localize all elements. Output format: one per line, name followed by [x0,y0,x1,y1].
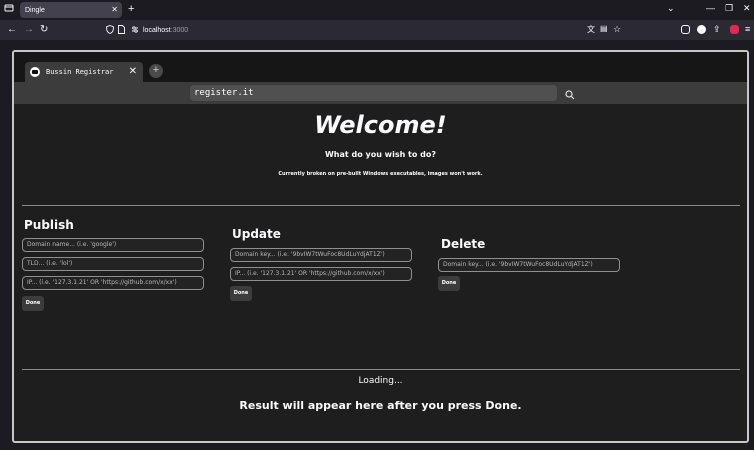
loading-text: Loading... [358,376,403,386]
star-icon[interactable]: ☆ [613,24,621,35]
update-done-button[interactable]: Done [230,286,252,301]
browser-url-bar[interactable]: localhost:3000 [102,22,630,38]
chevron-down-icon[interactable]: ⌄ [667,3,675,14]
publish-ip-input[interactable]: IP... (i.e. '127.3.1.21' OR 'https://git… [22,276,204,290]
plus-icon[interactable]: + [128,3,134,15]
publish-heading: Publish [24,218,74,232]
app-tab-title: Bussin Registrar [46,68,114,76]
registrar-page: Welcome! What do you wish to do? Current… [14,104,747,441]
address-input[interactable]: register.it [190,85,557,101]
page-viewport: Bussin Registrar ✕ + register.it Welcome… [0,40,754,450]
reload-icon[interactable]: ↻ [40,24,48,35]
delete-done-button[interactable]: Done [438,276,460,291]
domain-name-input[interactable]: Domain name... (i.e. 'google') [22,238,204,252]
shield-icon[interactable] [106,25,114,36]
tld-input[interactable]: TLD... (i.e. 'lol') [22,257,204,271]
app-address-bar: register.it [14,82,747,104]
extensions-icon[interactable]: ⇪ [713,24,721,35]
app-tab-strip: Bussin Registrar ✕ + [14,52,747,82]
result-text: Result will appear here after you press … [239,399,522,412]
app-window: Bussin Registrar ✕ + register.it Welcome… [12,50,749,443]
app-logo-icon [30,67,40,77]
restore-icon[interactable]: ❐ [725,3,733,14]
delete-heading: Delete [441,237,486,251]
close-icon[interactable]: ✕ [129,66,137,77]
app-tab[interactable]: Bussin Registrar ✕ [25,62,143,82]
browser-toolbar: ← → ↻ localhost:3000 文 ▤ ☆ ⇪ ≡ [0,20,754,40]
forward-icon[interactable]: → [24,24,34,35]
account-icon[interactable] [697,25,706,34]
browser-tab-title: Dingle [25,6,45,14]
update-heading: Update [232,227,281,241]
reader-icon[interactable]: ▤ [600,24,608,33]
url-text: localhost:3000 [143,27,188,34]
url-host: localhost [143,26,171,34]
update-ip-input[interactable]: IP... (i.e. '127.3.1.21' OR 'https://git… [230,267,412,281]
menu-icon[interactable]: ≡ [745,24,750,34]
divider [22,205,740,206]
close-window-icon[interactable]: ✕ [743,3,751,14]
update-key-input[interactable]: Domain key... (i.e. '9bvIW7tWuFoc8UdLuYd… [230,248,412,262]
browser-tab-strip: Dingle ✕ + ⌄ — ❐ ✕ [0,0,754,20]
addon-icon[interactable] [730,25,739,34]
warning-note: Currently broken on pre-built Windows ex… [278,171,483,177]
publish-done-button[interactable]: Done [22,296,44,311]
pocket-icon[interactable] [681,25,690,34]
close-icon[interactable]: ✕ [111,5,118,14]
minimize-icon[interactable]: — [706,3,715,13]
firefox-view-icon[interactable] [4,3,14,15]
page-icon[interactable] [118,25,125,36]
translate-icon[interactable]: 文 [587,24,595,35]
delete-key-input[interactable]: Domain key... (i.e. '9bvIW7tWuFoc8UdLuYd… [438,258,620,272]
connection-icon[interactable] [131,25,139,36]
back-icon[interactable]: ← [7,24,17,35]
search-icon[interactable] [565,87,577,100]
browser-tab[interactable]: Dingle ✕ [20,2,122,18]
plus-icon[interactable]: + [149,64,163,78]
page-subtitle: What do you wish to do? [324,150,437,159]
url-port: :3000 [170,26,189,34]
page-title: Welcome! [314,111,447,139]
divider [22,369,740,370]
